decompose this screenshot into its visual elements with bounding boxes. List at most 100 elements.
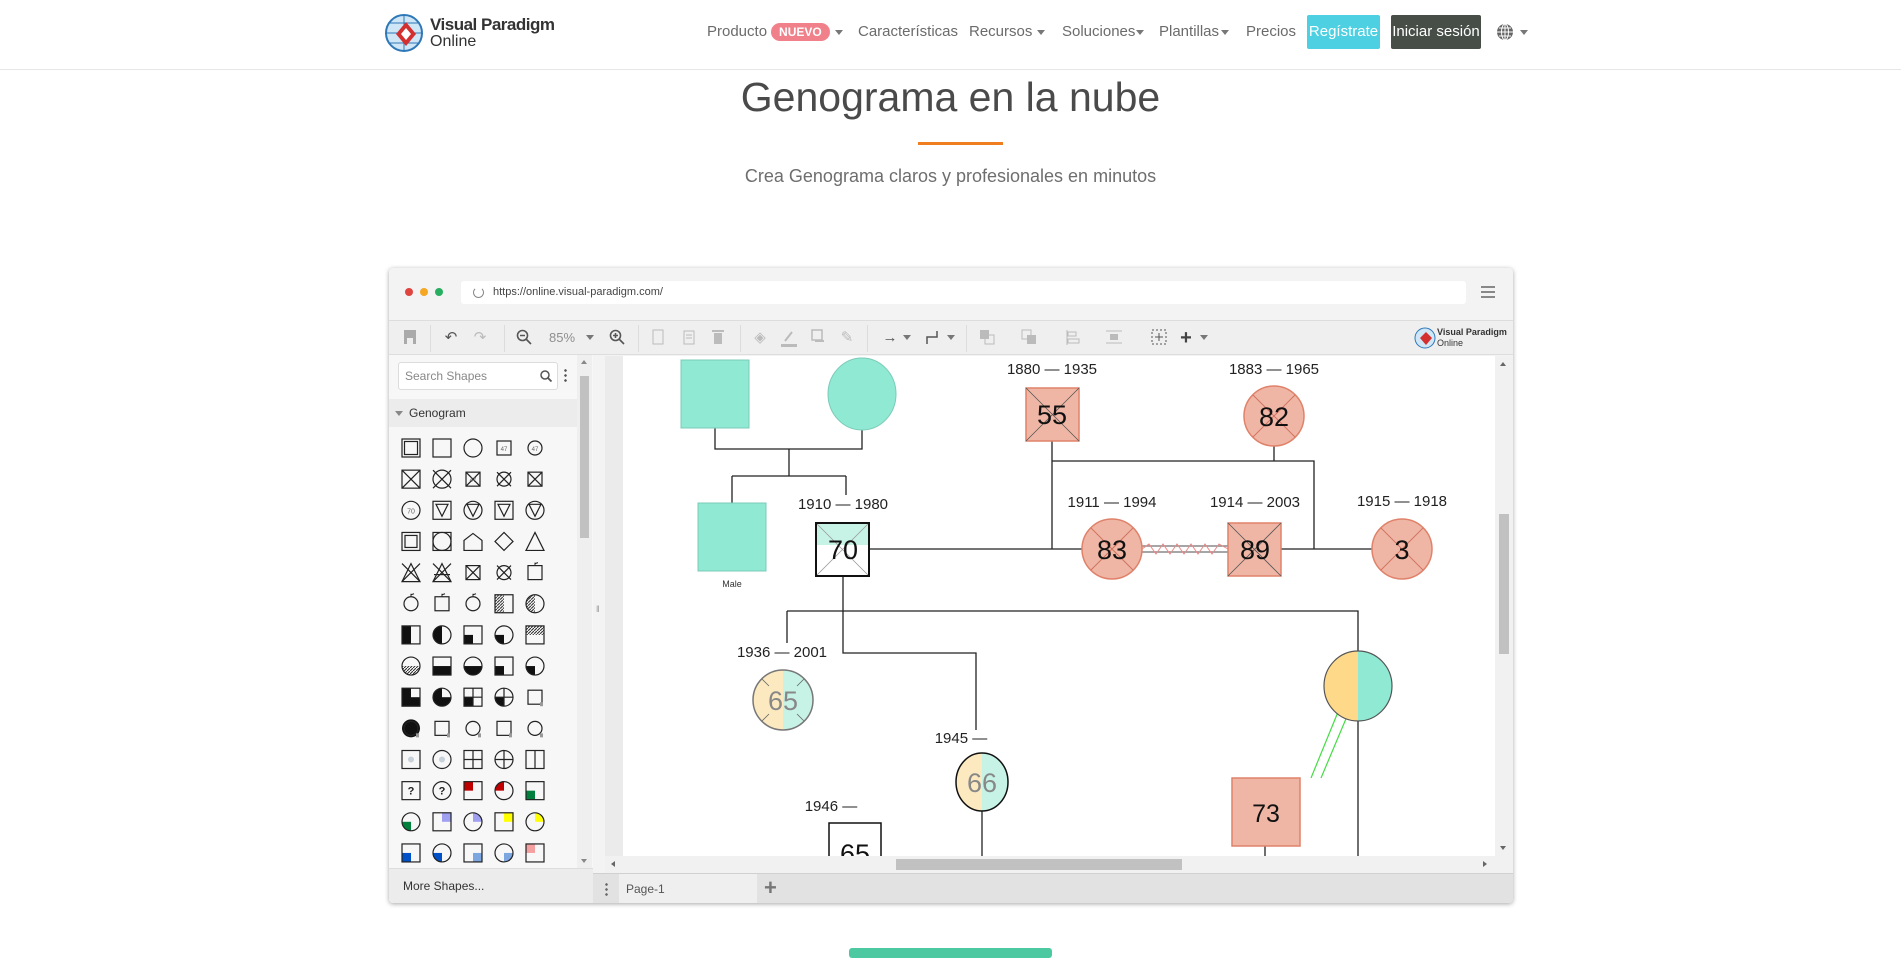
line-color-icon[interactable] (781, 329, 797, 347)
tab-page-1[interactable]: Page-1 (619, 874, 757, 903)
shape-square-3q-black-icon[interactable] (401, 687, 421, 707)
waypoint-icon[interactable] (925, 329, 941, 347)
shape-square-x-framed-icon[interactable] (465, 565, 481, 581)
language-selector[interactable] (1496, 22, 1528, 42)
shape-diamond-icon[interactable] (494, 531, 514, 552)
shape-square-sub-icon[interactable] (496, 720, 512, 738)
person-male[interactable] (680, 359, 750, 429)
shape-square-top-hatched-icon[interactable] (525, 625, 545, 645)
person-89[interactable]: 89 (1227, 522, 1282, 577)
shape-circle-age-70-icon[interactable]: 70 (401, 500, 421, 520)
shape-double-square-icon[interactable] (401, 438, 421, 458)
scroll-up-icon[interactable] (581, 360, 587, 364)
undo-icon[interactable]: ↶ (443, 329, 459, 347)
to-back-icon[interactable] (1021, 329, 1037, 347)
shape-circle-x-framed-icon[interactable] (496, 565, 512, 581)
shape-circle-half-hatched-icon[interactable] (525, 594, 545, 614)
shape-circle-dot-icon[interactable] (432, 749, 452, 770)
person-82[interactable]: 82 (1243, 385, 1305, 447)
shape-circle-filled-sub-icon[interactable] (401, 718, 421, 738)
shape-circle-cross-black-icon[interactable] (494, 687, 514, 707)
nav-plantillas[interactable]: Plantillas (1159, 22, 1230, 42)
diagram-canvas[interactable]: Male 70 1910 — 1980 55 1880 — 1935 82 18… (605, 356, 1513, 873)
shape-circle-triangle-icon[interactable] (463, 500, 483, 520)
scroll-up-icon[interactable] (1500, 362, 1506, 366)
distribute-icon[interactable] (1106, 329, 1122, 347)
shape-square-grid-black-icon[interactable] (463, 687, 483, 707)
shape-circle-bl-blue-icon[interactable] (432, 843, 452, 863)
shape-square-x-small-icon[interactable] (527, 471, 543, 487)
shape-circle-br-lightblue-icon[interactable] (494, 843, 514, 863)
shape-circle-question-icon[interactable]: ? (432, 781, 452, 801)
login-button[interactable]: Iniciar sesión (1391, 15, 1481, 49)
plus-icon[interactable]: + (1178, 328, 1194, 348)
shape-house-icon[interactable] (463, 532, 483, 552)
person-female[interactable] (827, 357, 897, 431)
format-painter-icon[interactable]: ✎ (839, 329, 855, 347)
shape-circle-3q-black-icon[interactable] (432, 687, 452, 707)
person-83[interactable]: 83 (1081, 518, 1143, 580)
chevron-down-icon[interactable] (586, 335, 594, 340)
sidebar-options-icon[interactable] (564, 368, 567, 382)
genogram-diagram[interactable]: Male 70 1910 — 1980 55 1880 — 1935 82 18… (605, 356, 1495, 856)
shape-square-triangle-icon[interactable] (494, 500, 514, 520)
more-shapes-button[interactable]: More Shapes... (389, 868, 593, 903)
shape-square-half-black-icon[interactable] (401, 625, 421, 645)
shape-circle-x-small-icon[interactable] (496, 471, 512, 487)
zoom-in-icon[interactable] (609, 329, 625, 347)
scroll-right-icon[interactable] (1483, 861, 1487, 867)
address-bar[interactable]: https://online.visual-paradigm.com/ (461, 281, 1466, 304)
splitter-handle[interactable]: ‖ (596, 604, 600, 614)
shape-square-bl-blue-icon[interactable] (401, 843, 421, 863)
scroll-left-icon[interactable] (611, 861, 615, 867)
zoom-out-icon[interactable] (516, 329, 532, 347)
canvas-vertical-scrollbar[interactable] (1495, 356, 1513, 856)
shape-square-x-age-icon[interactable]: 47 (465, 471, 481, 487)
shape-circle-sub-icon[interactable] (527, 720, 543, 738)
shape-square-quarter-black-icon[interactable] (463, 625, 483, 645)
shape-circle-sub-icon[interactable] (465, 720, 481, 738)
shape-circle-tr-purple-icon[interactable] (463, 812, 483, 832)
connector-icon[interactable]: → (882, 329, 898, 347)
person-70[interactable]: 70 (815, 522, 870, 577)
category-genogram[interactable]: Genogram (389, 399, 577, 427)
person-male[interactable] (697, 502, 767, 572)
shape-circle-tr-yellow-icon[interactable] (525, 812, 545, 832)
align-icon[interactable] (1065, 329, 1081, 347)
shape-square-tl-pink-icon[interactable] (525, 843, 545, 863)
select-icon[interactable] (1151, 329, 1167, 347)
logo[interactable]: Visual Paradigm Online (384, 12, 564, 56)
shape-square-icon[interactable] (432, 438, 452, 458)
sidebar-scrollbar[interactable] (577, 355, 592, 868)
shape-square-in-circle-icon[interactable] (401, 531, 421, 552)
shape-circle-bottom-black-icon[interactable] (463, 656, 483, 676)
shape-triangle-icon[interactable] (525, 531, 545, 552)
shape-square-sub-icon[interactable] (434, 720, 450, 738)
shape-square-sub-icon[interactable] (527, 689, 543, 707)
register-button[interactable]: Regístrate (1307, 15, 1380, 49)
person-65-male[interactable]: 65 (828, 822, 882, 856)
person-66[interactable]: 66 (955, 752, 1009, 812)
menu-icon[interactable] (1481, 286, 1495, 298)
shape-circle-quarter-black-icon[interactable] (494, 625, 514, 645)
shape-circle-triangle-icon[interactable] (525, 500, 545, 520)
save-icon[interactable] (403, 329, 417, 347)
shape-circle-bottom-hatched-icon[interactable] (401, 656, 421, 676)
person-65-female[interactable]: 65 (752, 669, 814, 731)
chevron-down-icon[interactable] (947, 335, 955, 340)
shape-square-grid-icon[interactable] (463, 749, 483, 770)
shape-triangle-x-bar-icon[interactable] (432, 562, 452, 583)
person-3[interactable]: 3 (1371, 518, 1433, 580)
shape-square-question-icon[interactable]: ? (401, 781, 421, 801)
delete-icon[interactable] (711, 329, 725, 347)
shape-square-split-icon[interactable] (525, 749, 545, 770)
scroll-down-icon[interactable] (1500, 846, 1506, 850)
fill-color-icon[interactable]: ◈ (752, 329, 768, 347)
shape-circle-x-icon[interactable] (432, 469, 452, 489)
shape-square-bottom-black-icon[interactable] (432, 656, 452, 676)
shape-square-bl-black-icon[interactable] (494, 656, 514, 676)
shape-square-br-lightblue-icon[interactable] (463, 843, 483, 863)
canvas-horizontal-scrollbar[interactable] (605, 856, 1513, 873)
page-options-icon[interactable] (605, 882, 608, 896)
shape-circle-half-black-icon[interactable] (432, 625, 452, 645)
